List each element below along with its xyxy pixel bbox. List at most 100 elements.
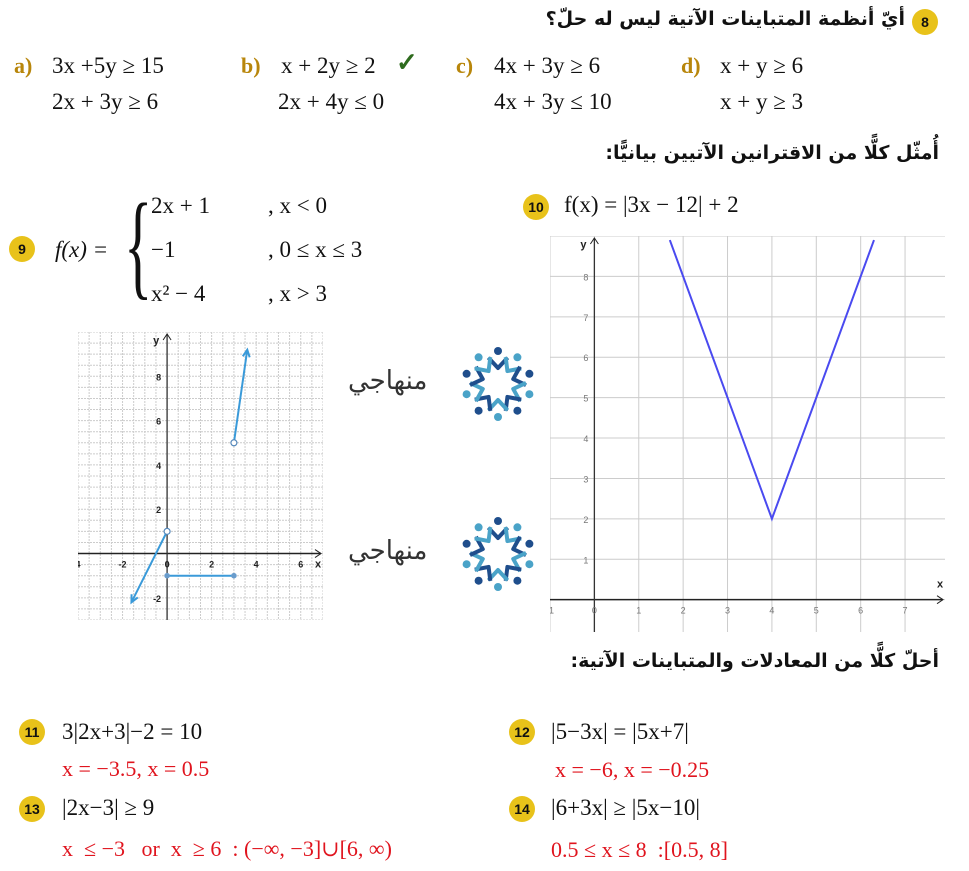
y-tick-label: 1: [583, 555, 588, 565]
y-tick-label: 2: [156, 505, 161, 515]
x-tick-label: 7: [903, 606, 908, 616]
y-tick-label: 6: [583, 353, 588, 363]
q9-case1-expr: 2x + 1: [151, 193, 210, 218]
q9-lhs: f(x) =: [55, 237, 109, 262]
logo-head: [494, 347, 502, 355]
y-tick-label: 3: [583, 474, 588, 484]
question-badge-10: 10: [523, 194, 549, 220]
question-badge-9: 9: [9, 236, 35, 262]
logo-head: [513, 576, 522, 585]
question-badge-12: 12: [509, 719, 535, 745]
q9-case1-cond: , x < 0: [268, 193, 327, 218]
graph-q9: 4 -2 0 2 4 6 -2 2 4 6 8 x y: [78, 332, 323, 620]
manahiji-logo-icon: [462, 347, 534, 421]
logo-head: [525, 560, 534, 569]
x-tick-label: 6: [858, 606, 863, 616]
worksheet-page: 8 أيّ أنظمة المتباينات الآتية ليس له حلّ…: [0, 0, 969, 871]
option-b-line1: x + 2y ≥ 2: [281, 53, 376, 78]
logo-head: [462, 560, 471, 569]
logo-head: [462, 539, 471, 548]
option-d-line1: x + y ≥ 6: [720, 53, 804, 78]
q9-case2-expr: −1: [151, 237, 176, 262]
logo-head: [462, 369, 471, 378]
problem-13-expr: |2x−3| ≥ 9: [62, 795, 155, 820]
x-tick-label: 6: [298, 560, 303, 570]
x-axis-label: x: [937, 579, 944, 591]
x-tick-label: -1: [550, 606, 554, 616]
question-badge-14: 14: [509, 796, 535, 822]
option-c-line1: 4x + 3y ≥ 6: [494, 53, 601, 78]
y-tick-label: -2: [153, 594, 161, 604]
logo-head: [474, 576, 483, 585]
logo-head: [462, 390, 471, 399]
option-d-label: d): [681, 53, 701, 78]
problem-11-expr: 3|2x+3|−2 = 10: [62, 719, 203, 744]
y-tick-label: 4: [583, 434, 588, 444]
x-tick-label: 2: [209, 560, 214, 570]
problem-14-expr: |6+3x| ≥ |5x−10|: [551, 795, 700, 820]
y-axis-label: y: [580, 239, 587, 251]
y-tick-label: 8: [583, 272, 588, 282]
y-tick-label: 5: [583, 394, 588, 404]
y-tick-label: 6: [156, 417, 161, 427]
problem-12-expr: |5−3x| = |5x+7|: [551, 719, 689, 744]
x-tick-label: 4: [769, 606, 774, 616]
manahiji-logo-icon: [462, 517, 534, 591]
logo-text: منهاجي: [348, 366, 428, 396]
x-tick-label: 0: [592, 606, 597, 616]
problem-13-answer: x ≤ −3 or x ≥ 6 : (−∞, −3]∪[6, ∞): [62, 836, 392, 861]
option-b-label: b): [241, 53, 261, 78]
question-badge-13: 13: [19, 796, 45, 822]
q9-case3-cond: , x > 3: [268, 281, 327, 306]
logo-head: [494, 583, 502, 591]
q9-case2-cond: , 0 ≤ x ≤ 3: [268, 237, 363, 262]
problem-14-answer: 0.5 ≤ x ≤ 8 :[0.5, 8]: [551, 837, 728, 862]
logo-head: [525, 539, 534, 548]
logo-head: [525, 390, 534, 399]
y-tick-label: 2: [583, 515, 588, 525]
open-endpoint: [163, 527, 171, 535]
logo-head: [494, 517, 502, 525]
q9-case3-expr: x² − 4: [151, 281, 206, 306]
x-tick-label: 2: [681, 606, 686, 616]
graph-q10: -1 0 1 2 3 4 5 6 7 1 2 3 4 5 6 7 8 x y: [550, 236, 945, 632]
graph-section-heading: أُمثّل كلًّا من الاقترانين الآتيين بياني…: [605, 142, 939, 164]
x-tick-label: 4: [78, 560, 81, 570]
x-tick-label: -2: [119, 560, 127, 570]
solve-section-heading: أحلّ كلًّا من المعادلات والمتباينات الآت…: [570, 650, 939, 672]
open-endpoint: [230, 439, 238, 447]
y-tick-label: 4: [156, 461, 161, 471]
logo-head: [474, 523, 483, 532]
logo-head: [513, 406, 522, 415]
x-tick-label: 3: [725, 606, 730, 616]
question-badge-11: 11: [19, 719, 45, 745]
y-tick-label: 8: [156, 372, 161, 382]
option-b-line2: 2x + 4y ≤ 0: [278, 89, 385, 114]
logo-head: [474, 353, 483, 362]
logo-text: منهاجي: [348, 536, 428, 566]
logo-head: [513, 353, 522, 362]
option-a-line2: 2x + 3y ≥ 6: [52, 89, 159, 114]
question-badge-8: 8: [912, 9, 938, 35]
q10-expr: f(x) = |3x − 12| + 2: [564, 192, 739, 217]
problem-12-answer: x = −6, x = −0.25: [555, 757, 710, 782]
x-tick-label: 4: [254, 560, 259, 570]
x-tick-label: 5: [814, 606, 819, 616]
option-d-line2: x + y ≥ 3: [720, 89, 804, 114]
logo-head: [494, 413, 502, 421]
logo-head: [513, 523, 522, 532]
x-axis-label: x: [315, 559, 322, 571]
option-c-label: c): [456, 53, 474, 78]
logo-head: [474, 406, 483, 415]
closed-endpoint: [164, 572, 170, 579]
problem-11-answer: x = −3.5, x = 0.5: [62, 756, 210, 781]
y-tick-label: 7: [583, 313, 588, 323]
q8-text: أيّ أنظمة المتباينات الآتية ليس له حلّ؟: [545, 8, 905, 30]
check-mark-icon: ✓: [396, 48, 418, 77]
y-axis-label: y: [153, 335, 160, 347]
option-c-line2: 4x + 3y ≤ 10: [494, 89, 612, 114]
x-tick-label: 0: [165, 560, 170, 570]
x-tick-label: 1: [636, 606, 641, 616]
option-a-label: a): [14, 53, 33, 78]
logo-head: [525, 369, 534, 378]
